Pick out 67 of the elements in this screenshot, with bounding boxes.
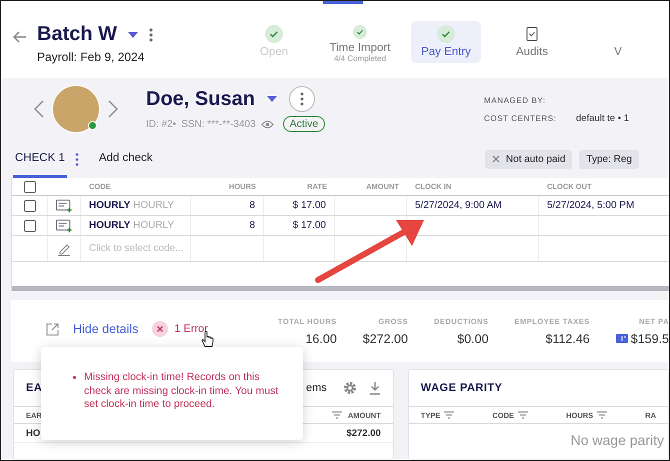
error-badge[interactable]: 1 Error <box>152 321 208 337</box>
earning-code[interactable]: HOURLY HOURLY <box>89 200 174 211</box>
card-title: WAGE PARITY <box>420 382 502 394</box>
hours-cell[interactable]: 8 <box>249 220 255 231</box>
check-icon <box>351 25 369 39</box>
step-tab[interactable]: V <box>583 21 653 63</box>
stat-value: $112.46 <box>546 332 590 346</box>
filter-icon[interactable] <box>518 411 528 419</box>
stat-value: 16.00 <box>305 332 337 346</box>
card-icon <box>616 334 628 343</box>
external-link-icon[interactable] <box>46 322 59 336</box>
eye-icon[interactable] <box>260 120 274 128</box>
more-button[interactable] <box>288 86 315 112</box>
filter-icon[interactable] <box>597 411 608 419</box>
earning-code: HO <box>26 428 40 438</box>
stat-value: $159.5 <box>630 332 669 346</box>
entry-add-icon[interactable] <box>56 218 72 232</box>
employee-ssn: SSN: ***-**-3403 <box>181 118 256 130</box>
empty-message: No wage parity <box>570 432 665 448</box>
clock-in-cell[interactable]: 5/27/2024, 9:00 AM <box>415 200 502 211</box>
employee-name: Doe, Susan <box>146 88 255 110</box>
earning-code[interactable]: HOURLY HOURLY <box>89 220 174 231</box>
filter-chip[interactable]: Type: Reg <box>579 150 639 168</box>
hours-cell[interactable]: 8 <box>249 200 255 211</box>
caret-icon[interactable] <box>266 96 277 102</box>
filter-icon[interactable] <box>332 411 342 419</box>
filter-icon[interactable] <box>444 411 454 419</box>
items-text: ems <box>306 382 327 394</box>
check-icon <box>437 25 455 43</box>
cost-centers-value: default te • 1 <box>576 112 629 124</box>
check-tab[interactable]: Add check <box>96 140 155 178</box>
rate-cell[interactable]: $ 17.00 <box>292 220 326 231</box>
select-all-checkbox[interactable] <box>24 180 36 192</box>
stat-value: $272.00 <box>362 332 408 346</box>
card-title: EA <box>26 382 42 394</box>
scrollbar[interactable] <box>12 286 669 291</box>
stat-value: $0.00 <box>457 332 489 346</box>
earning-amount: $272.00 <box>346 428 381 438</box>
back-arrow-icon[interactable] <box>13 31 27 43</box>
remove-icon[interactable] <box>492 155 500 163</box>
payroll-date: Payroll: Feb 9, 2024 <box>37 50 146 64</box>
row-checkbox[interactable] <box>24 220 36 232</box>
hide-details-link[interactable]: Hide details <box>73 322 138 336</box>
filter-chip[interactable]: Not auto paid <box>484 150 572 168</box>
clock-out-cell[interactable]: 5/27/2024, 5:00 PM <box>547 200 634 211</box>
download-icon[interactable] <box>368 381 381 395</box>
check-icon <box>265 25 283 43</box>
step-indicator <box>323 1 363 4</box>
employee-id: ID: #2• <box>146 118 176 130</box>
managed-by-label: MANAGED BY: <box>484 96 547 104</box>
settings-icon[interactable] <box>342 381 357 395</box>
kebab-menu-icon[interactable] <box>74 152 79 166</box>
kebab-menu-icon[interactable] <box>149 28 153 42</box>
step-tab[interactable]: Time Import 4/4 Completed <box>325 21 395 63</box>
step-tab[interactable]: Audits <box>497 21 567 63</box>
batch-title: Batch W <box>37 23 117 46</box>
error-message: Missing clock-in time! Records on this check are missing clock-in time. You must set clock-in time to proceed. <box>84 371 280 412</box>
entry-add-icon[interactable] <box>56 198 72 212</box>
cost-centers-label: COST CENTERS: <box>484 114 558 122</box>
row-checkbox[interactable] <box>24 200 36 212</box>
bullet-icon <box>73 376 76 379</box>
pencil-icon[interactable] <box>57 242 71 256</box>
caret-icon[interactable] <box>128 32 138 38</box>
status-badge: Active <box>282 116 326 132</box>
kebab-icon <box>300 92 304 106</box>
step-tab[interactable]: Pay Entry <box>411 21 481 63</box>
rate-cell[interactable]: $ 17.00 <box>292 200 326 211</box>
